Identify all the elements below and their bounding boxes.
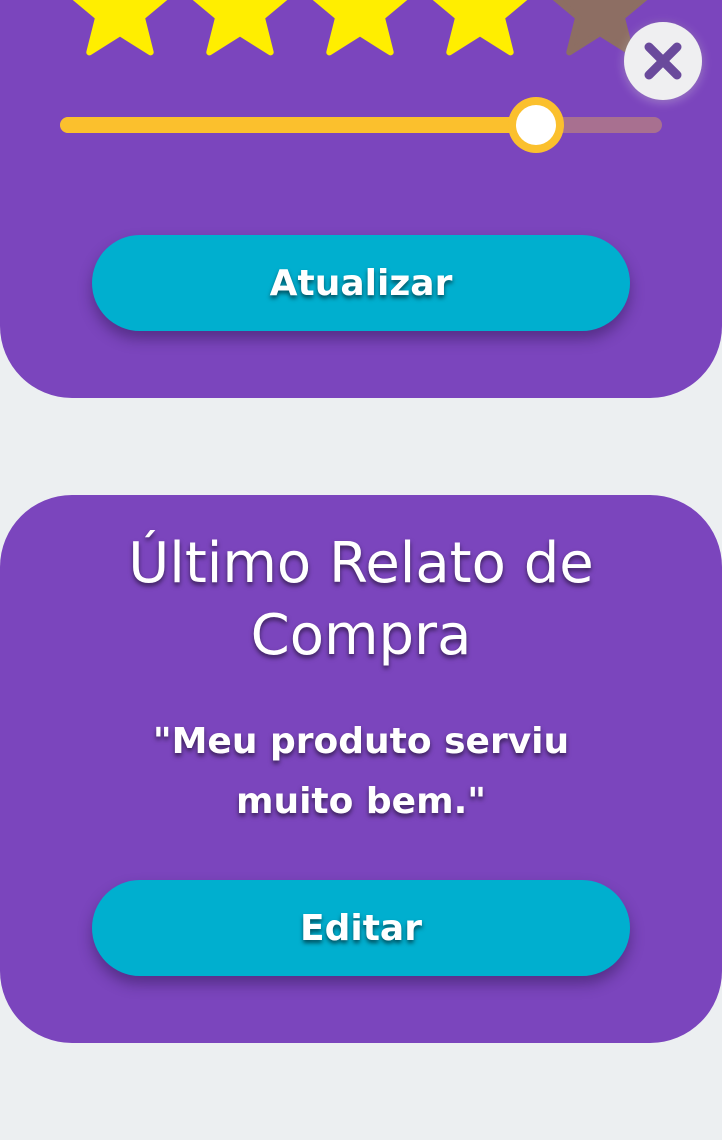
close-button[interactable]: [624, 22, 702, 100]
edit-button[interactable]: Editar: [92, 880, 630, 976]
update-button[interactable]: Atualizar: [92, 235, 630, 331]
slider-thumb[interactable]: [507, 97, 564, 153]
star-filled-icon[interactable]: [68, 0, 172, 58]
star-rating[interactable]: [0, 0, 722, 60]
update-button-label: Atualizar: [269, 262, 453, 304]
rating-slider[interactable]: [60, 97, 662, 153]
report-quote: "Meu produto serviu muito bem.": [152, 721, 570, 822]
star-filled-icon[interactable]: [308, 0, 412, 58]
star-filled-icon[interactable]: [188, 0, 292, 58]
report-title: Último Relato de Compra: [128, 531, 594, 668]
close-icon: [644, 42, 682, 80]
edit-button-label: Editar: [300, 907, 422, 949]
star-filled-icon[interactable]: [428, 0, 532, 58]
slider-fill: [60, 117, 536, 133]
